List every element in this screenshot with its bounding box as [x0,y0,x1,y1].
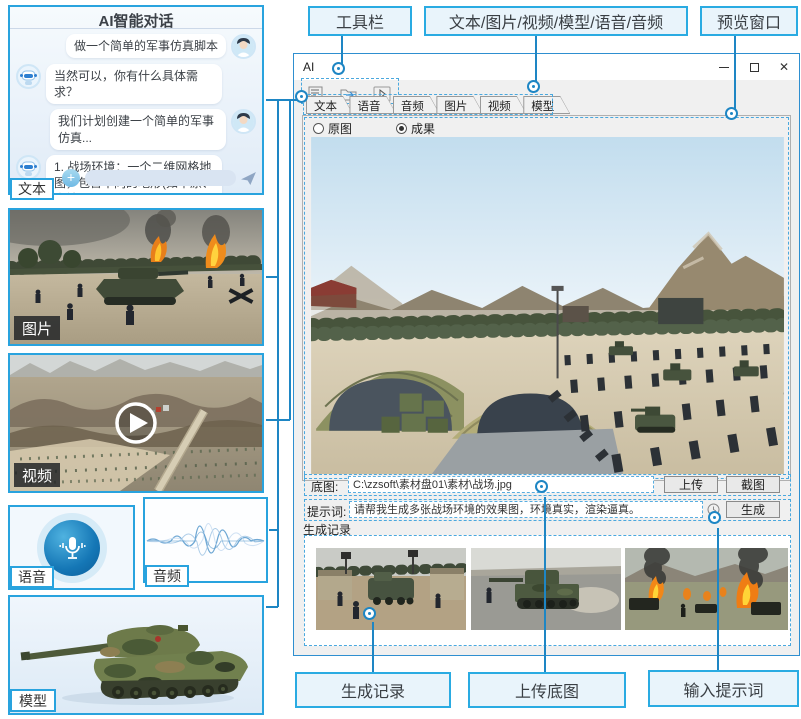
maximize-button[interactable] [739,56,769,78]
tab-voice[interactable]: 语音 [349,96,396,114]
prompt-input[interactable]: 请帮我生成多张战场环境的效果图，环境真实，渲染逼真。 [349,501,703,518]
prompt-label: 提示词: [307,503,346,520]
tab-text[interactable]: 文本 [306,96,353,114]
preview-groupbox: 原图 成果 [302,115,791,481]
model-tag: 模型 [10,689,56,712]
callout-toolbar: 工具栏 [308,6,412,36]
tab-model[interactable]: 模型 [523,96,570,114]
chat-input-bar: + [62,168,256,188]
callout-line [266,419,290,421]
audio-tag: 音频 [145,565,189,587]
callout-line [544,497,546,672]
callout-dot-records [365,609,374,618]
upload-button[interactable]: 上传 [664,476,718,493]
text-tag: 文本 [10,178,54,200]
chat-message-row: 我们计划创建一个简单的军事仿真... [16,109,256,149]
bot-avatar [16,64,41,89]
radio-row: 原图 成果 [313,120,435,137]
record-thumbnail-3[interactable] [625,548,788,630]
callout-line [266,606,278,608]
record-thumbnail-2[interactable] [471,548,621,630]
chat-message-row: 做一个简单的军事仿真脚本 [16,34,256,59]
user-avatar [231,109,256,134]
chat-text-input[interactable] [85,170,236,186]
chat-bubble-user: 做一个简单的军事仿真脚本 [66,34,226,58]
callout-dot-left-tabs [297,92,306,101]
tab-bar: 文本 语音 音频 图片 视频 模型 [306,96,570,114]
send-plane-icon[interactable] [241,172,256,185]
tab-image[interactable]: 图片 [436,96,483,114]
close-button[interactable]: ✕ [769,56,799,78]
callout-preview: 预览窗口 [700,6,798,36]
chat-panel: AI智能对话 做一个简单的军事仿真脚本 当然可以，你有什么具体需求？ 我们计划创… [8,5,264,195]
image-panel: 图片 [8,208,264,346]
screenshot-button[interactable]: 截图 [726,476,780,493]
chat-bubble-bot: 当然可以，你有什么具体需求？ [46,64,222,104]
window-titlebar: AI ✕ [294,54,799,80]
play-button[interactable] [106,393,166,453]
callout-line [372,622,374,672]
tab-audio[interactable]: 音频 [393,96,440,114]
video-panel: 视频 [8,353,264,493]
callout-line [535,36,537,82]
callout-dot-prompt [710,513,719,522]
chat-bubble-user: 我们计划创建一个简单的军事仿真... [50,109,226,149]
callout-line [266,276,278,278]
generate-button[interactable]: 生成 [726,501,780,518]
annotated-screenshot: AI智能对话 做一个简单的军事仿真脚本 当然可以，你有什么具体需求？ 我们计划创… [0,0,801,719]
callout-dot-tabs [529,82,538,91]
app-window: AI ✕ 文本 语音 音频 图片 视频 模型 [293,53,800,656]
callout-dot-upload [537,482,546,491]
callout-upload: 上传底图 [468,672,626,708]
callout-line [341,36,343,65]
user-avatar [231,34,256,59]
radio-original[interactable]: 原图 [313,120,352,137]
video-tag: 视频 [14,463,60,487]
callout-line [717,528,719,670]
image-tag: 图片 [14,316,60,340]
baseimg-path-input[interactable]: C:\zzsoft\素材盘01\素材\战场.jpg [348,476,654,493]
microphone-icon [57,533,87,563]
callout-records: 生成记录 [295,672,451,708]
callout-line [734,36,736,110]
voice-tag: 语音 [10,566,54,588]
callout-dot-toolbar [334,64,343,73]
record-thumbnail-1[interactable] [316,548,466,630]
callout-prompt: 输入提示词 [648,670,799,707]
chat-title: AI智能对话 [10,7,262,29]
callout-line [266,99,298,101]
baseimg-label: 底图: [311,478,338,495]
preview-image [311,137,784,474]
attach-plus-button[interactable]: + [62,169,80,187]
callout-tabs: 文本/图片/视频/模型/语音/音频 [424,6,688,36]
callout-line [269,529,278,531]
tab-video[interactable]: 视频 [480,96,527,114]
radio-result[interactable]: 成果 [396,120,435,137]
bot-avatar [16,155,41,180]
chat-message-row: 当然可以，你有什么具体需求？ [16,64,256,104]
callout-line [289,100,291,420]
window-title: AI [303,60,709,74]
callout-dot-preview [727,109,736,118]
